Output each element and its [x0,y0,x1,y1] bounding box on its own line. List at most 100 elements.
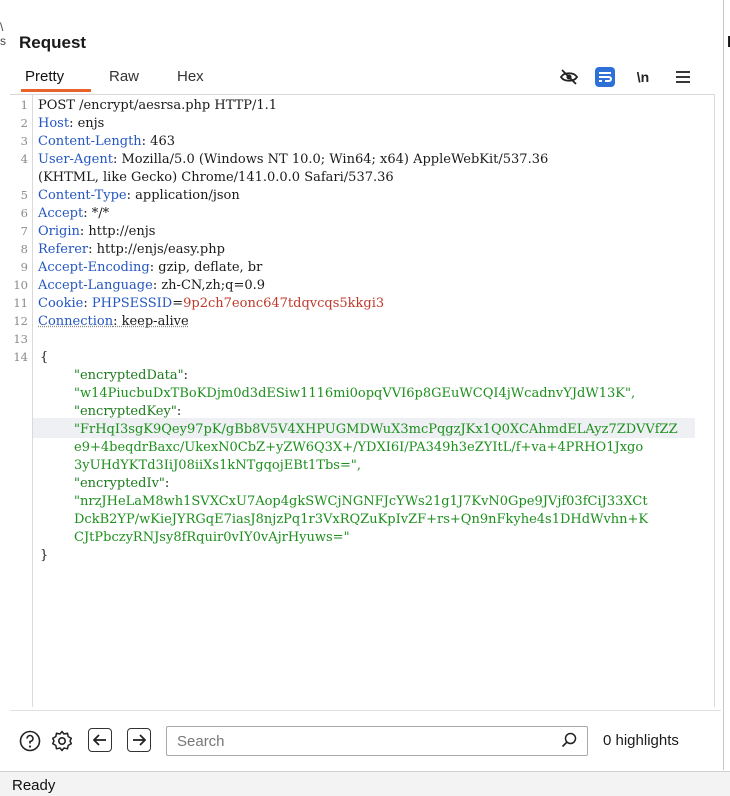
search-box [166,726,588,756]
header-name: Cookie [38,296,83,311]
header-value: : */* [83,206,109,221]
header-line: User-Agent: Mozilla/5.0 (Windows NT 10.0… [38,151,548,169]
menu-icon[interactable] [672,66,694,88]
header-line: Host: enjs [38,115,104,133]
code-area[interactable]: POST /encrypt/aesrsa.php HTTP/1.1 Host: … [38,95,714,707]
eye-slash-icon[interactable] [558,66,580,88]
cookie-line: Cookie: PHPSESSID=9p2ch7eonc647tdqvcqs5k… [38,295,384,313]
arrow-left-icon [93,734,107,746]
json-key-line: "encryptedKey": [74,403,181,421]
header-name: Referer [38,242,88,257]
header-name: Content-Type [38,188,127,203]
header-value: : application/json [127,188,240,203]
json-value-line: DckB2YP/wKieJYRGqE7iasJ8njzPq1r3VxRQZuKp… [74,511,648,529]
header-value: : enjs [69,116,104,131]
json-value: "w14PiucbuDxTBoKDjm0d3dESiw1116mi0opqVVI… [74,386,635,401]
line-number: 9 [10,260,28,274]
cookie-value: 9p2ch7eonc647tdqvcqs5kkgi3 [183,296,384,311]
search-icon[interactable] [561,732,577,753]
header-line: Accept-Language: zh-CN,zh;q=0.9 [38,277,265,295]
line-number: 3 [10,134,28,148]
line-number: 14 [10,350,28,364]
header-line: Referer: http://enjs/easy.php [38,241,225,259]
status-bar: Ready [0,771,730,796]
json-value-line: "w14PiucbuDxTBoKDjm0d3dESiw1116mi0opqVVI… [74,385,635,403]
header-line: Connection: keep-alive [38,313,189,331]
highlights-count: 0 highlights [603,732,679,749]
json-value-line: CJtPbczyRNJsy8fRquir0vIY0vAjrHyuws=" [74,529,350,547]
header-name: Origin [38,224,80,239]
request-line: POST /encrypt/aesrsa.php HTTP/1.1 [38,97,277,115]
line-number: 4 [10,152,28,166]
previous-match-button[interactable] [88,728,112,752]
message-editor[interactable]: 1 2 3 4 5 6 7 8 9 10 11 12 13 14 POST /e… [10,94,715,707]
json-open-brace: { [40,349,48,367]
line-number: 1 [10,98,28,112]
header-value: : zh-CN,zh;q=0.9 [153,278,265,293]
json-value-line: "nrzJHeLaM8wh1SVXCxU7Aop4gkSWCjNGNFJcYWs… [74,493,648,511]
header-line: Accept: */* [38,205,109,223]
json-value: e9+4beqdrBaxc/UkexN0CbZ+yZW6Q3X+/YDXI6I/… [74,440,643,455]
line-number: 5 [10,188,28,202]
status-text: Ready [12,777,55,794]
json-value-line: 3yUHdYKTd3IiJ08iiXs1kNTgqojEBt1Tbs=", [74,457,361,475]
header-value: : gzip, deflate, br [150,260,263,275]
header-name: Connection [38,314,113,329]
line-number: 8 [10,242,28,256]
arrow-right-icon [132,734,146,746]
json-key: "encryptedData" [74,368,184,383]
next-match-button[interactable] [127,728,151,752]
json-key: "encryptedIv" [74,476,165,491]
header-value: : Mozilla/5.0 (Windows NT 10.0; Win64; x… [113,152,548,167]
cookie-name: PHPSESSID [92,296,172,311]
line-number: 6 [10,206,28,220]
json-close-brace: } [40,547,48,565]
tab-hex[interactable]: Hex [177,68,204,85]
json-value-line: "FrHqI3sgK9Qey97pK/gBb8V5V4XHPUGMDWuX3mc… [74,421,678,439]
search-input[interactable] [175,730,539,752]
json-key: "encryptedKey" [74,404,177,419]
header-value: : keep-alive [113,314,189,329]
json-key-line: "encryptedData": [74,367,188,385]
json-value-line: e9+4beqdrBaxc/UkexN0CbZ+yZW6Q3X+/YDXI6I/… [74,439,643,457]
header-value: : http://enjs [80,224,156,239]
help-icon[interactable] [18,729,42,753]
active-tab-indicator [21,89,91,92]
search-bar: 0 highlights [10,710,721,769]
header-name: Host [38,116,69,131]
header-line: Accept-Encoding: gzip, deflate, br [38,259,262,277]
line-number-gutter: 1 2 3 4 5 6 7 8 9 10 11 12 13 14 [10,95,33,707]
wrap-lines-icon[interactable] [594,66,616,88]
header-name: User-Agent [38,152,113,167]
newline-toggle-icon[interactable]: \n [632,66,654,88]
header-name: Accept [38,206,83,221]
gear-icon[interactable] [50,729,74,753]
header-line: Content-Type: application/json [38,187,240,205]
line-number: 12 [10,314,28,328]
header-value: : 463 [142,134,175,149]
line-number: 10 [10,278,28,292]
json-value: CJtPbczyRNJsy8fRquir0vIY0vAjrHyuws=" [74,530,350,545]
json-value: "FrHqI3sgK9Qey97pK/gBb8V5V4XHPUGMDWuX3mc… [74,422,678,437]
header-value: : http://enjs/easy.php [88,242,225,257]
header-name: Content-Length [38,134,142,149]
header-line: Origin: http://enjs [38,223,155,241]
header-line-continued: (KHTML, like Gecko) Chrome/141.0.0.0 Saf… [38,169,394,187]
json-value: DckB2YP/wKieJYRGqE7iasJ8njzPq1r3VxRQZuKp… [74,512,648,527]
json-value: "nrzJHeLaM8wh1SVXCxU7Aop4gkSWCjNGNFJcYWs… [74,494,648,509]
left-edge-char: \ [0,20,3,34]
line-number: 13 [10,332,28,346]
panel-title: Request [19,33,86,53]
tab-raw[interactable]: Raw [109,68,139,85]
line-number: 2 [10,116,28,130]
json-value: 3yUHdYKTd3IiJ08iiXs1kNTgqojEBt1Tbs=", [74,458,361,473]
left-edge-char: s [0,34,6,48]
header-name: Accept-Encoding [38,260,150,275]
json-key-line: "encryptedIv": [74,475,169,493]
header-line: Content-Length: 463 [38,133,175,151]
header-name: Accept-Language [38,278,153,293]
line-number: 11 [10,296,28,310]
line-number: 7 [10,224,28,238]
left-edge-strip: \ s [0,0,10,795]
tab-pretty[interactable]: Pretty [25,68,64,85]
